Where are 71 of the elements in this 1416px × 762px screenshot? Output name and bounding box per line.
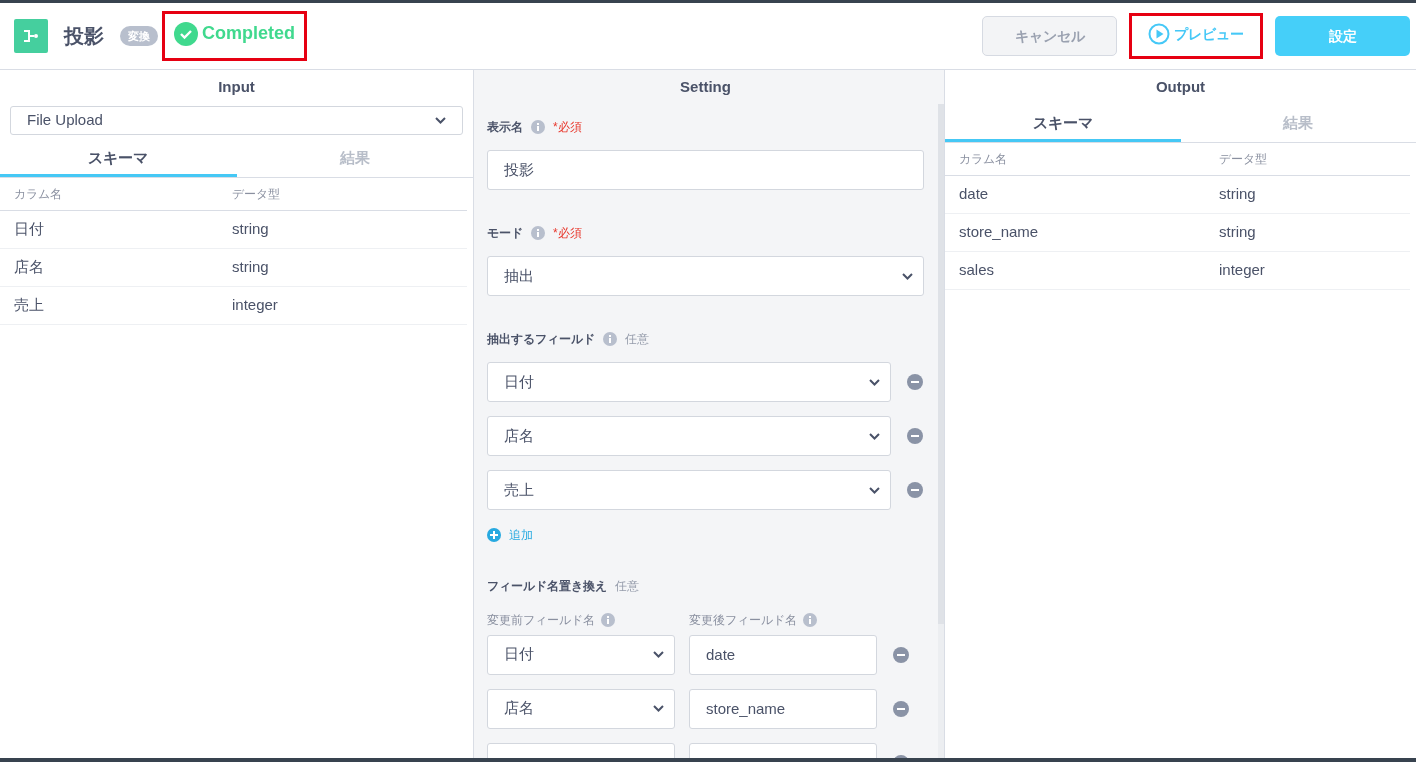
requirement-label: *必須 [553, 119, 582, 136]
info-icon [803, 612, 817, 627]
chevron-down-icon [653, 705, 664, 712]
text-field[interactable]: date [689, 634, 877, 675]
minus-circle-icon[interactable] [893, 700, 909, 717]
table-cell-text: string [232, 219, 269, 240]
field-select[interactable]: 日付 [487, 634, 675, 675]
status-text: Completed [202, 22, 295, 45]
table-cell-text: string [1219, 184, 1256, 205]
column-label: 変更前フィールド名 [487, 611, 595, 629]
table-cell-text: 店名 [13, 257, 45, 278]
column-header: データ型 [232, 186, 280, 203]
select-value: 日付 [504, 644, 534, 665]
table-cell-text: 日付 [13, 219, 45, 240]
table-cell-text: date [958, 184, 990, 205]
info-icon [601, 612, 615, 627]
tab[interactable]: スキーマ [945, 104, 1181, 142]
chevron-down-icon [869, 486, 880, 494]
column-header: カラム名 [13, 186, 63, 203]
node-title: 投影 [64, 24, 104, 49]
chevron-down-icon [653, 651, 664, 658]
requirement-label: 任意 [625, 331, 649, 348]
tab[interactable]: スキーマ [0, 139, 237, 177]
table-cell-text: store_name [958, 222, 1040, 243]
select-value: File Upload [27, 110, 103, 131]
text-field[interactable]: store_name [689, 688, 877, 729]
requirement-label: 任意 [615, 577, 639, 595]
select-value: 売上 [504, 479, 534, 500]
minus-circle-icon[interactable] [907, 374, 923, 390]
plus-circle-icon [487, 528, 501, 542]
requirement-label: *必須 [553, 225, 582, 242]
mode-select[interactable]: 抽出 [487, 256, 924, 296]
panel-title: Input [217, 77, 256, 97]
table-cell-text: sales [958, 260, 996, 281]
play-circle-icon [1148, 23, 1170, 46]
table-cell-text: string [1219, 222, 1256, 243]
chevron-down-icon [869, 378, 880, 386]
minus-circle-icon[interactable] [907, 482, 923, 498]
column-header: カラム名 [958, 151, 1008, 168]
source-select[interactable]: File Upload [10, 106, 463, 135]
select-value: 店名 [504, 425, 534, 446]
field-select[interactable]: 店名 [487, 416, 891, 456]
select-value: 日付 [504, 371, 534, 392]
select-value: 店名 [504, 698, 534, 719]
check-circle-icon [174, 21, 198, 46]
field-label: 表示名 [487, 119, 523, 136]
table-cell-text: integer [1219, 260, 1265, 281]
field-label: 抽出するフィールド [487, 331, 595, 348]
field-select[interactable]: 店名 [487, 688, 675, 729]
minus-circle-icon[interactable] [907, 428, 923, 444]
minus-circle-icon[interactable] [893, 646, 909, 663]
table-cell-text: integer [232, 295, 278, 316]
add-text: 追加 [509, 527, 533, 544]
text-field[interactable]: 投影 [487, 150, 924, 190]
field-select[interactable]: 売上 [487, 470, 891, 510]
field-label: モード [487, 225, 523, 242]
chevron-down-icon [869, 432, 880, 440]
field-select[interactable]: 日付 [487, 362, 891, 402]
column-header: データ型 [1219, 151, 1267, 168]
table-cell-text: string [232, 257, 269, 278]
panel-title: Setting [679, 77, 732, 97]
field-label: フィールド名置き換え [487, 577, 607, 595]
select-value: 抽出 [504, 265, 534, 286]
column-label: 変更後フィールド名 [689, 611, 797, 629]
chevron-down-icon [902, 272, 913, 280]
branch-icon [23, 29, 39, 43]
panel-title: Output [1154, 77, 1207, 97]
scrollbar[interactable] [938, 104, 944, 758]
category-badge: 変換 [120, 25, 158, 47]
chevron-down-icon [435, 117, 446, 124]
table-cell-text: 売上 [13, 295, 45, 316]
